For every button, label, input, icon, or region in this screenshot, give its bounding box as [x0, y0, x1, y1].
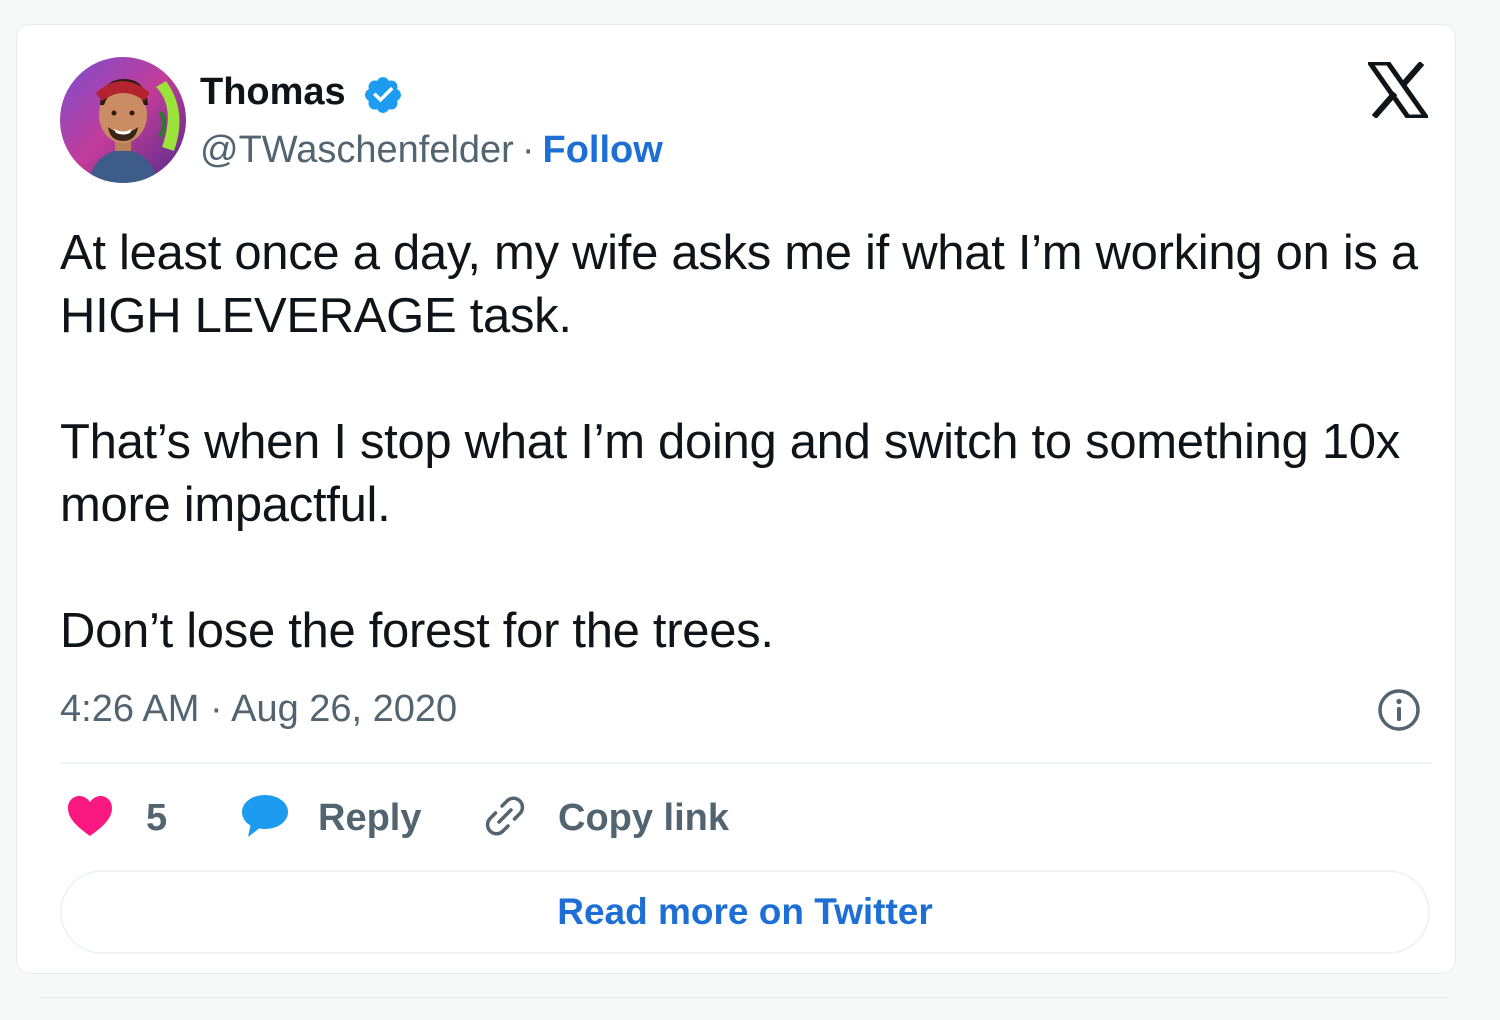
- actions-divider: [60, 762, 1432, 764]
- tweet-paragraph: That’s when I stop what I’m doing and sw…: [60, 415, 1400, 532]
- like-button[interactable]: 5: [66, 790, 167, 846]
- read-more-button[interactable]: Read more on Twitter: [60, 870, 1430, 954]
- like-count: 5: [146, 797, 168, 839]
- reply-bubble-icon: [240, 793, 290, 844]
- author-name[interactable]: Thomas: [200, 70, 346, 114]
- tweet-body: At least once a day, my wife asks me if …: [60, 222, 1450, 663]
- reply-label: Reply: [318, 797, 422, 839]
- copy-link-label: Copy link: [558, 797, 730, 839]
- verified-badge-icon: [362, 74, 404, 116]
- link-icon: [482, 793, 528, 844]
- tweet-paragraph: Don’t lose the forest for the trees.: [60, 604, 774, 658]
- avatar-image: [60, 57, 186, 183]
- read-more-label: Read more on Twitter: [557, 891, 933, 932]
- tweet-timestamp[interactable]: 4:26 AM · Aug 26, 2020: [60, 686, 457, 732]
- heart-icon: [66, 794, 114, 843]
- handle-row: @TWaschenfelder · Follow: [200, 128, 663, 172]
- copy-link-button[interactable]: Copy link: [482, 790, 729, 846]
- page-divider: [40, 997, 1448, 998]
- avatar[interactable]: [60, 57, 186, 183]
- info-icon[interactable]: [1376, 687, 1422, 733]
- x-logo-icon[interactable]: [1365, 60, 1431, 120]
- author-handle[interactable]: @TWaschenfelder: [200, 129, 514, 171]
- tweet-paragraph: At least once a day, my wife asks me if …: [60, 226, 1418, 343]
- follow-button[interactable]: Follow: [543, 129, 663, 171]
- tweet-actions: 5 Reply Copy link: [60, 790, 1440, 846]
- separator-dot: ·: [521, 129, 535, 171]
- reply-button[interactable]: Reply: [240, 790, 421, 846]
